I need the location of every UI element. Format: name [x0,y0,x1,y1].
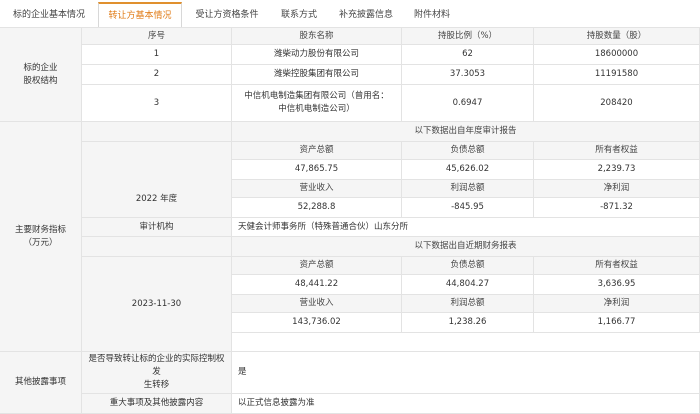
annual-header-total-assets: 资产总额 [231,141,402,160]
audit-label: 审计机构 [81,217,232,237]
other-section-label: 其他披露事项 [0,351,82,414]
recent-header-owner-equity: 所有者权益 [533,256,700,275]
recent-net-profit: 1,166.77 [533,312,700,333]
recent-header-revenue: 营业收入 [231,294,402,313]
annual-owner-equity: 2,239.73 [533,159,700,180]
recent-total-assets: 48,441.22 [231,274,402,295]
recent-owner-equity: 3,636.95 [533,274,700,295]
annual-revenue: 52,288.8 [231,197,402,218]
recent-total-profit: 1,238.26 [401,312,534,333]
equity-row-3-name: 中信机电制造集团有限公司（曾用名： 中信机电制造公司） [231,84,402,122]
equity-row-3-ratio: 0.6947 [401,84,534,122]
control-transfer-answer: 是 [231,351,700,394]
tab-supplementary-disclosure[interactable]: 补充披露信息 [330,4,402,26]
annual-header-total-liabilities: 负债总额 [401,141,534,160]
annual-total-assets: 47,865.75 [231,159,402,180]
equity-row-1-ratio: 62 [401,44,534,65]
recent-header-total-profit: 利润总额 [401,294,534,313]
recent-header-net-profit: 净利润 [533,294,700,313]
annual-header-owner-equity: 所有者权益 [533,141,700,160]
major-matters-value: 以正式信息披露为准 [231,393,700,414]
tab-target-enterprise-info[interactable]: 标的企业基本情况 [4,4,94,26]
equity-row-2-no: 2 [81,64,232,85]
audit-value: 天健会计师事务所（特殊普通合伙）山东分所 [231,217,700,237]
major-matters-label: 重大事项及其他披露内容 [81,393,232,414]
recent-header-total-liabilities: 负债总额 [401,256,534,275]
recent-caption-spacer [81,236,232,257]
annual-header-total-profit: 利润总额 [401,179,534,198]
tab-contact[interactable]: 联系方式 [268,4,330,26]
tab-transferor-info[interactable]: 转让方基本情况 [98,2,182,28]
equity-header-no: 序号 [81,27,232,45]
transferor-info-grid: 标的企业 股权结构 序号 股东名称 持股比例（%） 持股数量（股） 1 潍柴动力… [0,27,700,414]
equity-row-1-name: 潍柴动力股份有限公司 [231,44,402,65]
equity-header-ratio: 持股比例（%） [401,27,534,45]
equity-header-shares: 持股数量（股） [533,27,700,45]
recent-caption: 以下数据出自近期财务报表 [231,236,700,257]
equity-row-2-shares: 11191580 [533,64,700,85]
recent-period-label: 2023-11-30 [81,256,232,352]
equity-row-1-shares: 18600000 [533,44,700,65]
recent-header-total-assets: 资产总额 [231,256,402,275]
annual-net-profit: -871.32 [533,197,700,218]
equity-section-label: 标的企业 股权结构 [0,27,82,122]
equity-row-2-name: 潍柴控股集团有限公司 [231,64,402,85]
tab-bar: 标的企业基本情况 转让方基本情况 受让方资格条件 联系方式 补充披露信息 附件材… [0,0,700,28]
equity-row-3-shares: 208420 [533,84,700,122]
tab-transferee-qualification[interactable]: 受让方资格条件 [186,4,268,26]
annual-caption-spacer [81,121,232,142]
tab-attachments[interactable]: 附件材料 [402,4,462,26]
annual-total-profit: -845.95 [401,197,534,218]
annual-caption: 以下数据出自年度审计报告 [231,121,700,142]
annual-total-liabilities: 45,626.02 [401,159,534,180]
equity-row-1-no: 1 [81,44,232,65]
recent-revenue: 143,736.02 [231,312,402,333]
recent-total-liabilities: 44,804.27 [401,274,534,295]
equity-row-2-ratio: 37.3053 [401,64,534,85]
equity-header-name: 股东名称 [231,27,402,45]
annual-header-revenue: 营业收入 [231,179,402,198]
annual-header-net-profit: 净利润 [533,179,700,198]
control-transfer-question: 是否导致转让标的企业的实际控制权发 生转移 [81,351,232,394]
equity-row-3-no: 3 [81,84,232,122]
finance-section-label: 主要财务指标 （万元） [0,121,82,352]
